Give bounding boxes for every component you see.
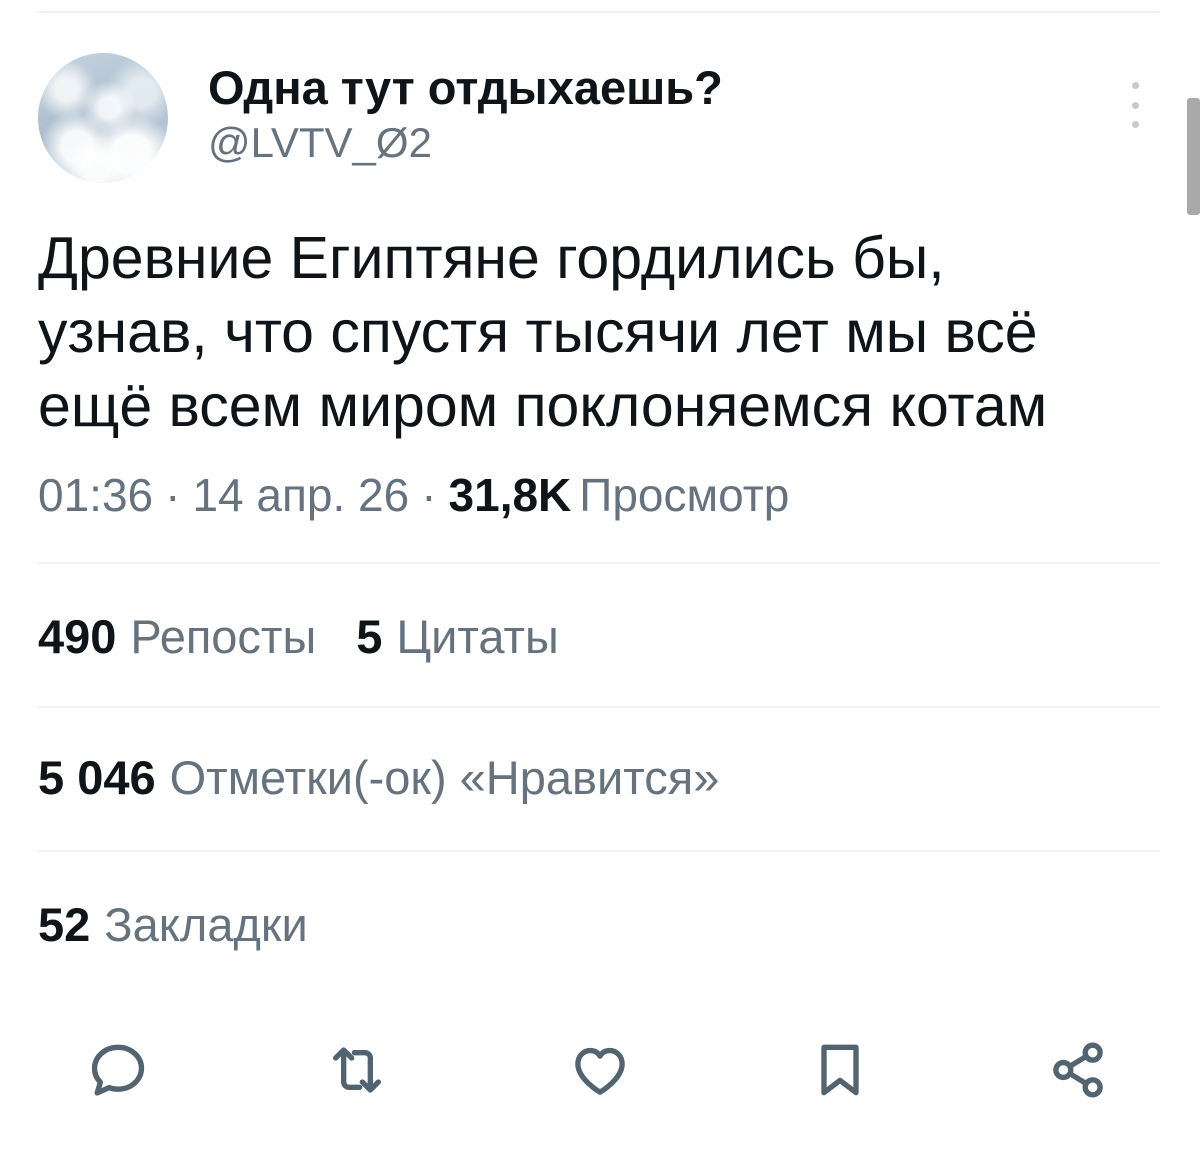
repost-button[interactable] (325, 1038, 389, 1102)
more-vertical-icon[interactable] (1126, 82, 1144, 128)
like-button[interactable] (568, 1038, 632, 1102)
meta-separator: · (165, 469, 181, 521)
tweet-text: Древние Египтяне гордились бы, узнав, чт… (38, 221, 1047, 443)
more-dot (1131, 121, 1139, 128)
likes-count: 5 046 (38, 751, 156, 804)
like-icon (575, 1047, 625, 1095)
avatar[interactable] (38, 53, 168, 183)
reposts-link[interactable]: 490 Репосты (38, 610, 316, 663)
meta-separator: · (421, 469, 437, 521)
tweet-text-line: узнав, что спустя тысячи лет мы всё (38, 299, 1038, 365)
more-dot (1131, 82, 1139, 89)
bookmarks-link[interactable]: 52 Закладки (38, 898, 308, 952)
tweet-text-line: Древние Египтяне гордились бы, (38, 225, 945, 291)
reply-icon (91, 1044, 145, 1096)
share-button[interactable] (1046, 1038, 1110, 1102)
likes-label: Отметки(-ок) «Нравится» (169, 751, 720, 804)
views-count: 31,8K (448, 469, 572, 521)
display-name[interactable]: Одна тут отдыхаешь? (208, 61, 723, 115)
share-icon (1053, 1042, 1103, 1098)
tweet-text-line: ещё всем миром поклоняемся котам (38, 373, 1048, 439)
quotes-count: 5 (356, 610, 383, 663)
bookmarks-count: 52 (38, 898, 91, 951)
divider (38, 562, 1160, 564)
top-divider (38, 11, 1160, 13)
quotes-link[interactable]: 5 Цитаты (356, 610, 559, 663)
views-label: Просмотр (579, 469, 790, 521)
divider (38, 706, 1160, 708)
reposts-quotes-row: 490 Репосты 5 Цитаты (38, 610, 559, 664)
bookmark-icon (821, 1044, 859, 1096)
quotes-label: Цитаты (396, 610, 559, 663)
tweet-time[interactable]: 01:36 (38, 469, 153, 521)
likes-link[interactable]: 5 046 Отметки(-ок) «Нравится» (38, 751, 719, 805)
reposts-count: 490 (38, 610, 117, 663)
more-dot (1131, 101, 1139, 109)
scrollbar-thumb[interactable] (1187, 98, 1200, 215)
reposts-label: Репосты (130, 610, 317, 663)
tweet-meta: 01:36 · 14 апр. 26 · 31,8K Просмотр (38, 468, 789, 522)
bookmarks-label: Закладки (104, 898, 308, 951)
reply-button[interactable] (86, 1038, 150, 1102)
tweet-date[interactable]: 14 апр. 26 (192, 469, 409, 521)
divider (38, 850, 1160, 852)
user-handle[interactable]: @LVTV_Ø2 (208, 118, 432, 168)
repost-icon (333, 1047, 381, 1093)
bookmark-button[interactable] (808, 1038, 872, 1102)
